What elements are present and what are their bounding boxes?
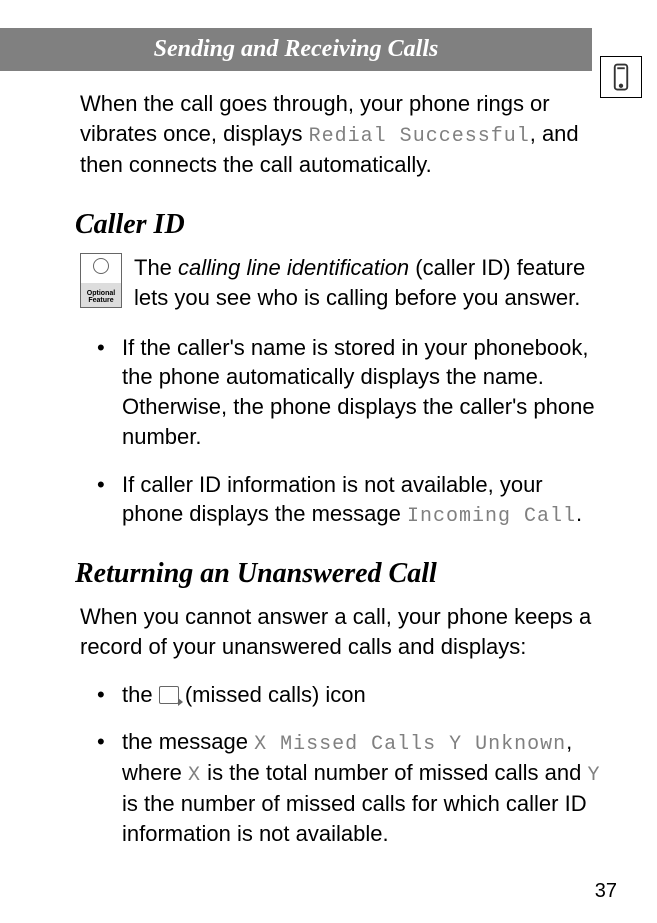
list-item: the (missed calls) icon bbox=[102, 680, 602, 710]
phone-corner-icon bbox=[600, 56, 642, 98]
bullet-codex: X bbox=[188, 764, 201, 787]
list-item: If caller ID information is not availabl… bbox=[102, 470, 602, 531]
bullet-code: X Missed Calls Y Unknown bbox=[254, 733, 566, 756]
caller-id-heading: Caller ID bbox=[75, 209, 602, 241]
list-item: the message X Missed Calls Y Unknown, wh… bbox=[102, 727, 602, 848]
bullet-text: If the caller's name is stored in your p… bbox=[122, 335, 595, 449]
header-title: Sending and Receiving Calls bbox=[154, 36, 439, 62]
bullet-post: is the number of missed calls for which … bbox=[122, 791, 587, 846]
intro-code: Redial Successful bbox=[309, 125, 530, 148]
returning-intro: When you cannot answer a call, your phon… bbox=[80, 602, 602, 661]
bullet-post: . bbox=[576, 501, 582, 526]
returning-list: the (missed calls) icon the message X Mi… bbox=[80, 680, 602, 849]
missed-calls-icon bbox=[159, 686, 179, 704]
returning-call-section: Returning an Unanswered Call When you ca… bbox=[80, 558, 602, 848]
feat-pre: The bbox=[134, 255, 178, 280]
caller-id-description: The calling line identification (caller … bbox=[134, 253, 602, 312]
feat-em: calling line identification bbox=[178, 255, 409, 280]
bullet-code: Incoming Call bbox=[407, 505, 576, 528]
optional-feature-block: Optional Feature The calling line identi… bbox=[80, 253, 602, 312]
returning-call-heading: Returning an Unanswered Call bbox=[75, 558, 602, 590]
page-header: Sending and Receiving Calls bbox=[0, 28, 592, 71]
page-number: 37 bbox=[595, 880, 617, 903]
bullet-pre: the message bbox=[122, 729, 254, 754]
intro-paragraph: When the call goes through, your phone r… bbox=[80, 89, 602, 179]
list-item: If the caller's name is stored in your p… bbox=[102, 333, 602, 452]
bullet-post: (missed calls) icon bbox=[185, 682, 366, 707]
caller-id-list: If the caller's name is stored in your p… bbox=[80, 333, 602, 530]
bullet-mid2: is the total number of missed calls and bbox=[201, 760, 587, 785]
optional-feature-icon: Optional Feature bbox=[80, 253, 122, 308]
bullet-codey: Y bbox=[587, 764, 600, 787]
bullet-pre: the bbox=[122, 682, 159, 707]
page-content: When the call goes through, your phone r… bbox=[0, 71, 657, 849]
